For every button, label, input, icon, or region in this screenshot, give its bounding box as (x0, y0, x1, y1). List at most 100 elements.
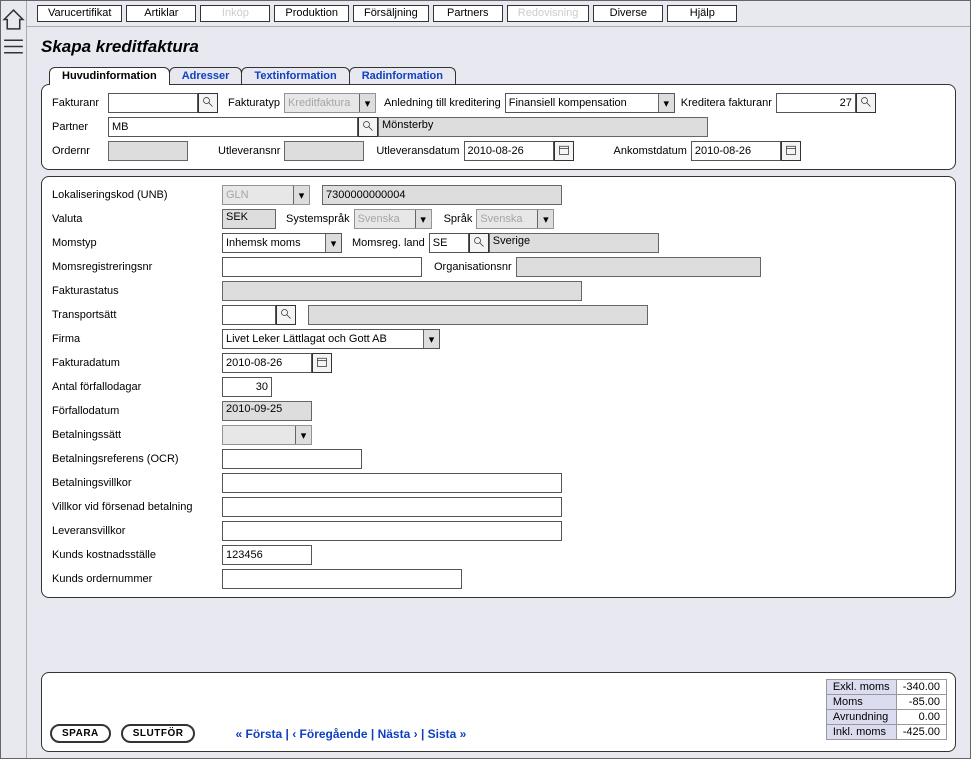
menu-varucertifikat[interactable]: Varucertifikat (37, 5, 122, 22)
partner-name-display: Mönsterby (378, 117, 708, 137)
betalningsreferens-input[interactable] (222, 449, 362, 469)
search-icon (362, 120, 374, 135)
page-body: Skapa kreditfaktura Huvudinformation Adr… (27, 27, 970, 758)
leveransvillkor-input[interactable] (222, 521, 562, 541)
app-window: Varucertifikat Artiklar Inköp Produktion… (0, 0, 971, 759)
tab-adresser[interactable]: Adresser (169, 67, 243, 84)
leveransvillkor-label: Leveransvillkor (52, 525, 222, 537)
menu-hjalp[interactable]: Hjälp (667, 5, 737, 22)
fakturastatus-label: Fakturastatus (52, 285, 222, 297)
partner-input[interactable] (108, 117, 358, 137)
tab-textinformation[interactable]: Textinformation (241, 67, 349, 84)
nav-first[interactable]: « Första (235, 727, 282, 741)
moms-label: Moms (826, 695, 896, 710)
nav-last[interactable]: Sista » (428, 727, 467, 741)
moms-value: -85.00 (896, 695, 946, 710)
betalningsreferens-label: Betalningsreferens (OCR) (52, 453, 222, 465)
transportsatt-label: Transportsätt (52, 309, 222, 321)
villkor-forsenad-label: Villkor vid försenad betalning (52, 501, 222, 513)
nav-links: « Första | ‹ Föregående | Nästa › | Sist… (235, 727, 466, 741)
betalningsvillkor-input[interactable] (222, 473, 562, 493)
momstyp-label: Momstyp (52, 237, 222, 249)
tabs: Huvudinformation Adresser Textinformatio… (49, 67, 956, 84)
top-menu: Varucertifikat Artiklar Inköp Produktion… (27, 1, 970, 27)
villkor-forsenad-input[interactable] (222, 497, 562, 517)
tab-radinformation[interactable]: Radinformation (349, 67, 456, 84)
firma-select[interactable]: Livet Leker Lättlagat och Gott AB (222, 329, 440, 349)
menu-lines-icon[interactable] (1, 34, 26, 59)
betalningssatt-label: Betalningssätt (52, 429, 222, 441)
kunds-ordernummer-label: Kunds ordernummer (52, 573, 222, 585)
totals-table: Exkl. moms-340.00 Moms-85.00 Avrundning0… (826, 679, 947, 740)
spara-button[interactable]: SPARA (50, 724, 111, 743)
utleveransdatum-input[interactable] (464, 141, 554, 161)
utleveransdatum-label: Utleveransdatum (376, 145, 463, 157)
antal-forfallodagar-input[interactable] (222, 377, 272, 397)
inkl-moms-label: Inkl. moms (826, 725, 896, 740)
ordernr-label: Ordernr (52, 145, 108, 157)
search-icon (860, 96, 872, 111)
valuta-label: Valuta (52, 213, 222, 225)
sprak-label: Språk (444, 213, 477, 225)
lokaliseringskod-input (322, 185, 562, 205)
partner-lookup-button[interactable] (358, 117, 378, 137)
momsreg-land-lookup-button[interactable] (469, 233, 489, 253)
nav-next[interactable]: Nästa › (378, 727, 418, 741)
inkl-moms-value: -425.00 (896, 725, 946, 740)
nav-prev[interactable]: ‹ Föregående (292, 727, 367, 741)
momsreg-land-label: Momsreg. land (352, 237, 429, 249)
kunds-kostnadsstalle-label: Kunds kostnadsställe (52, 549, 222, 561)
main-area: Varucertifikat Artiklar Inköp Produktion… (27, 1, 970, 758)
lokaliseringskod-type-select: GLN (222, 185, 310, 205)
firma-label: Firma (52, 333, 222, 345)
ankomstdatum-input[interactable] (691, 141, 781, 161)
kreditera-lookup-button[interactable] (856, 93, 876, 113)
fakturanr-label: Fakturanr (52, 97, 108, 109)
ankomstdatum-calendar-button[interactable] (781, 141, 801, 161)
momstyp-select[interactable]: Inhemsk moms (222, 233, 342, 253)
avrundning-value: 0.00 (896, 710, 946, 725)
fakturanr-lookup-button[interactable] (198, 93, 218, 113)
anledning-select[interactable]: Finansiell kompensation (505, 93, 675, 113)
valuta-display: SEK (222, 209, 276, 229)
fakturatyp-label: Fakturatyp (228, 97, 284, 109)
fakturadatum-input[interactable] (222, 353, 312, 373)
transportsatt-lookup-button[interactable] (276, 305, 296, 325)
kreditera-input[interactable] (776, 93, 856, 113)
menu-forsaljning[interactable]: Försäljning (353, 5, 429, 22)
momsreg-land-name: Sverige (489, 233, 659, 253)
menu-produktion[interactable]: Produktion (274, 5, 349, 22)
menu-partners[interactable]: Partners (433, 5, 503, 22)
transportsatt-name-display (308, 305, 648, 325)
forfallodatum-display: 2010-09-25 (222, 401, 312, 421)
search-icon (202, 96, 214, 111)
partner-label: Partner (52, 121, 108, 133)
lokaliseringskod-label: Lokaliseringskod (UNB) (52, 189, 222, 201)
momsregnr-input[interactable] (222, 257, 422, 277)
kunds-ordernummer-input[interactable] (222, 569, 462, 589)
search-icon (473, 236, 485, 251)
fakturastatus-display (222, 281, 582, 301)
antal-forfallodagar-label: Antal förfallodagar (52, 381, 222, 393)
home-icon[interactable] (1, 7, 26, 32)
kunds-kostnadsstalle-input[interactable] (222, 545, 312, 565)
fakturanr-input[interactable] (108, 93, 198, 113)
avrundning-label: Avrundning (826, 710, 896, 725)
sprak-select: Svenska (476, 209, 554, 229)
menu-artiklar[interactable]: Artiklar (126, 5, 196, 22)
fakturatyp-select: Kreditfaktura (284, 93, 376, 113)
momsreg-land-input[interactable] (429, 233, 469, 253)
anledning-label: Anledning till kreditering (384, 97, 505, 109)
tab-huvudinformation[interactable]: Huvudinformation (49, 67, 170, 84)
exkl-moms-label: Exkl. moms (826, 680, 896, 695)
transportsatt-code-input[interactable] (222, 305, 276, 325)
menu-diverse[interactable]: Diverse (593, 5, 663, 22)
calendar-icon (558, 144, 570, 159)
utleveransdatum-calendar-button[interactable] (554, 141, 574, 161)
slutfor-button[interactable]: SLUTFÖR (121, 724, 196, 743)
ankomstdatum-label: Ankomstdatum (614, 145, 691, 157)
exkl-moms-value: -340.00 (896, 680, 946, 695)
left-rail (1, 1, 27, 758)
systemsprak-select: Svenska (354, 209, 432, 229)
fakturadatum-calendar-button[interactable] (312, 353, 332, 373)
